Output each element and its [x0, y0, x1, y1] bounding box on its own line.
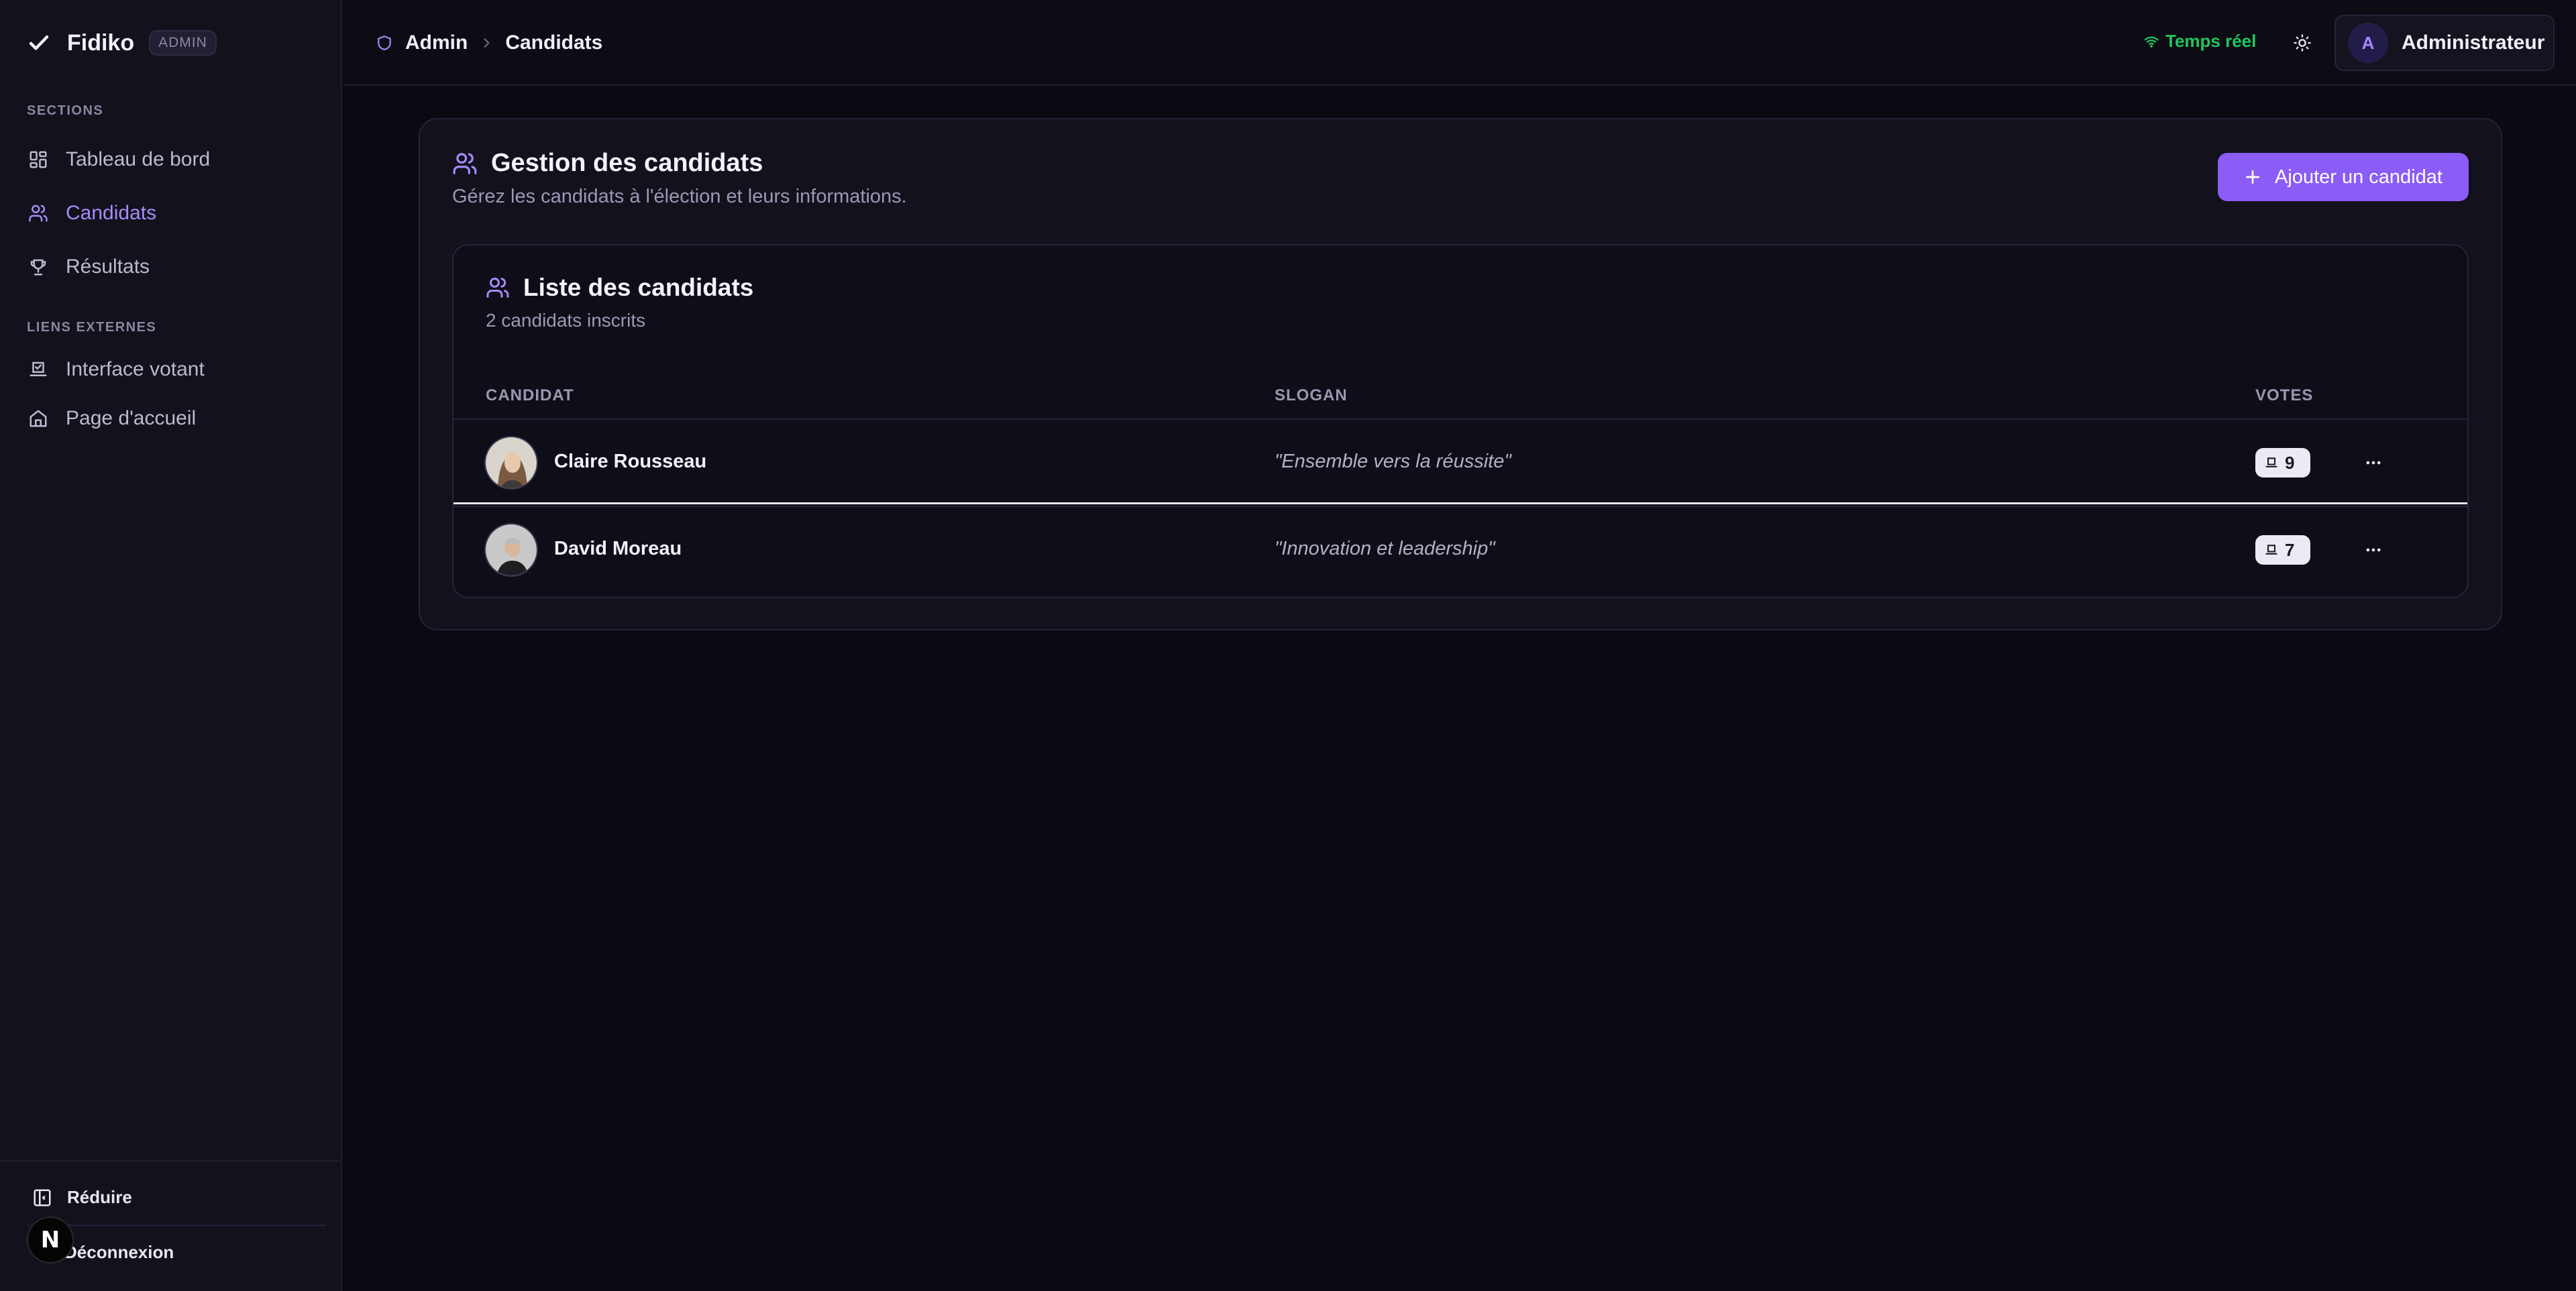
avatar: A	[2348, 23, 2388, 63]
breadcrumb-current: Candidats	[505, 32, 603, 54]
nextjs-logo-icon: N	[40, 1227, 60, 1253]
theme-toggle-button[interactable]	[2286, 27, 2318, 59]
sidebar-divider	[0, 1160, 342, 1162]
vote-icon	[2265, 456, 2278, 469]
collapse-button[interactable]: Réduire	[32, 1187, 132, 1208]
sidebar-item-label: Page d'accueil	[66, 407, 197, 429]
sidebar-item-voter-interface[interactable]: Interface votant	[27, 351, 205, 388]
vote-icon	[2265, 543, 2278, 557]
candidate-name: David Moreau	[554, 538, 682, 559]
logout-label: Déconnexion	[64, 1242, 174, 1262]
breadcrumb-admin[interactable]: Admin	[405, 32, 468, 54]
sidebar-item-dashboard[interactable]: Tableau de bord	[27, 141, 210, 178]
realtime-label: Temps réel	[2165, 31, 2257, 51]
nextjs-dev-badge[interactable]: N	[27, 1217, 74, 1264]
card-header: Gestion des candidats Gérez les candidat…	[452, 149, 907, 208]
sidebar-item-label: Résultats	[66, 256, 150, 278]
candidate-count: 2 candidats inscrits	[486, 310, 646, 331]
list-title: Liste des candidats	[523, 274, 754, 301]
candidate-slogan: "Ensemble vers la réussite"	[1275, 451, 1511, 472]
users-icon	[452, 151, 478, 176]
sidebar-item-label: Tableau de bord	[66, 148, 211, 170]
list-header: Liste des candidats 2 candidats inscrits	[486, 274, 753, 331]
candidates-list-card: Liste des candidats 2 candidats inscrits…	[452, 244, 2469, 598]
more-horizontal-icon	[2364, 453, 2383, 472]
topbar: Admin Candidats Temps réel A Administrat…	[343, 0, 2576, 86]
vote-icon	[27, 358, 50, 381]
check-logo-icon	[27, 31, 51, 55]
votes-badge: 7	[2255, 535, 2310, 565]
table-row[interactable]: David Moreau "Innovation et leadership" …	[453, 506, 2467, 592]
shield-icon	[376, 34, 393, 52]
column-header-votes[interactable]: VOTES	[2255, 386, 2313, 405]
plus-icon	[2244, 168, 2261, 186]
user-menu-button[interactable]: A Administrateur	[2334, 15, 2555, 71]
users-icon	[486, 276, 510, 300]
admin-badge: ADMIN	[149, 30, 217, 56]
page-subtitle: Gérez les candidats à l'élection et leur…	[452, 186, 907, 207]
row-actions-button[interactable]	[2357, 534, 2390, 566]
sidebar: Fidiko ADMIN SECTIONS Tableau de bord Ca…	[0, 0, 342, 1291]
sidebar-item-home[interactable]: Page d'accueil	[27, 400, 196, 437]
page-title: Gestion des candidats	[491, 149, 763, 177]
collapse-label: Réduire	[67, 1187, 132, 1207]
sidebar-item-candidats[interactable]: Candidats	[27, 194, 156, 232]
sun-icon	[2293, 34, 2312, 52]
brand[interactable]: Fidiko ADMIN	[27, 24, 217, 62]
avatar	[484, 523, 538, 577]
home-icon	[27, 407, 50, 430]
external-links-title: LIENS EXTERNES	[27, 320, 157, 335]
dashboard-icon	[27, 148, 50, 171]
breadcrumb: Admin Candidats	[376, 27, 602, 59]
users-icon	[27, 202, 50, 225]
realtime-status: Temps réel	[2144, 31, 2256, 52]
candidates-management-card: Gestion des candidats Gérez les candidat…	[419, 118, 2502, 630]
brand-name: Fidiko	[67, 30, 135, 56]
table-row[interactable]: Claire Rousseau "Ensemble vers la réussi…	[453, 418, 2467, 504]
more-horizontal-icon	[2364, 541, 2383, 559]
row-actions-button[interactable]	[2357, 447, 2390, 479]
sidebar-item-label: Candidats	[66, 202, 157, 224]
logout-button[interactable]: Déconnexion	[64, 1242, 174, 1263]
votes-count: 7	[2285, 539, 2295, 560]
add-candidate-label: Ajouter un candidat	[2275, 166, 2443, 188]
sidebar-item-resultats[interactable]: Résultats	[27, 248, 150, 286]
candidate-slogan: "Innovation et leadership"	[1275, 538, 1495, 559]
wifi-icon	[2144, 34, 2159, 49]
user-name: Administrateur	[2402, 32, 2545, 54]
avatar	[484, 436, 538, 490]
column-header-slogan[interactable]: SLOGAN	[1275, 386, 1348, 405]
sidebar-item-label: Interface votant	[66, 358, 205, 380]
chevron-right-icon	[480, 36, 493, 50]
votes-badge: 9	[2255, 448, 2310, 478]
sections-title: SECTIONS	[27, 103, 104, 118]
column-header-candidate[interactable]: CANDIDAT	[486, 386, 574, 405]
votes-count: 9	[2285, 452, 2295, 473]
candidate-name: Claire Rousseau	[554, 451, 707, 472]
add-candidate-button[interactable]: Ajouter un candidat	[2218, 153, 2469, 201]
trophy-icon	[27, 256, 50, 278]
sidebar-divider	[27, 1225, 326, 1226]
sidebar-collapse-icon	[32, 1188, 52, 1208]
